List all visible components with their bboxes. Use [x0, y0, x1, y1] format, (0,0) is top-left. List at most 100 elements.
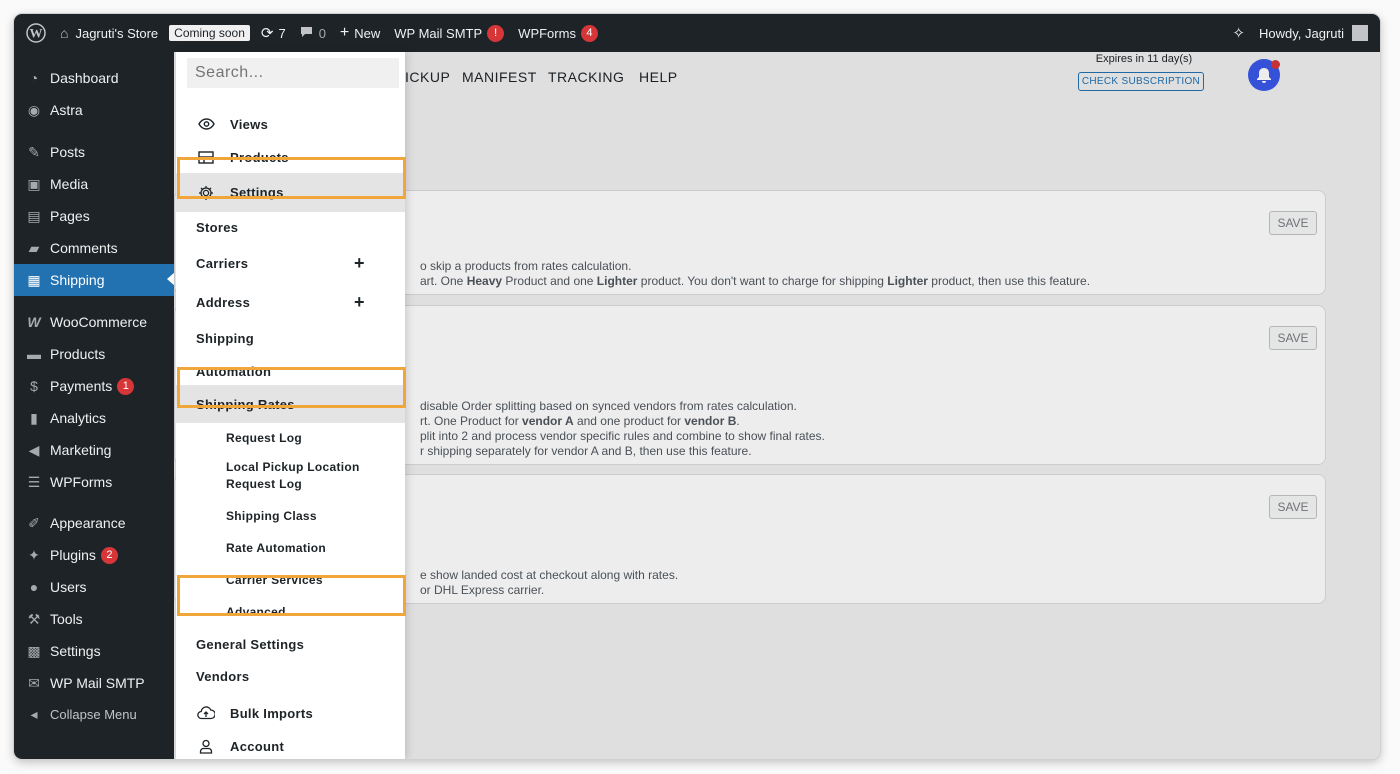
- menu-item-label: Carriers: [196, 255, 249, 271]
- collapse-menu-button[interactable]: ◂ Collapse Menu: [14, 699, 174, 729]
- updates-count: 7: [278, 25, 286, 41]
- bar-chart-icon: ▮: [30, 409, 38, 426]
- sidebar-item-label: Users: [50, 579, 87, 595]
- sidebar-item-marketing[interactable]: ◀ Marketing: [14, 435, 174, 465]
- menu-item-label: Rate Automation: [226, 541, 327, 555]
- sidebar-item-payments[interactable]: $ Payments 1: [14, 371, 174, 401]
- sparkle-icon[interactable]: ✧: [1225, 14, 1252, 52]
- wp-mail-smtp-label: WP Mail SMTP: [394, 25, 483, 41]
- account-menu[interactable]: Howdy, Jagruti: [1252, 14, 1380, 52]
- sidebar-item-shipping[interactable]: ▦ Shipping: [14, 264, 175, 296]
- menu-item-label: Address: [196, 294, 251, 310]
- sidebar-item-label: Shipping: [50, 272, 105, 288]
- sidebar-item-label: WPForms: [50, 474, 113, 490]
- wrench-icon: ⚒: [27, 610, 41, 627]
- sidebar-item-tools[interactable]: ⚒ Tools: [14, 604, 174, 634]
- admin-sidebar: ◔ Dashboard ◉ Astra ✎ Posts ▣ Media ▤ Pages ▰…: [14, 52, 175, 759]
- sidebar-item-comments[interactable]: ▰ Comments: [14, 233, 174, 263]
- sidebar-item-wp-mail-smtp[interactable]: ✉ WP Mail SMTP: [14, 668, 174, 698]
- home-icon: ⌂: [60, 25, 69, 41]
- menu-item-general-settings[interactable]: General Settings: [176, 632, 405, 656]
- alert-badge: !: [487, 24, 505, 42]
- sidebar-item-label: Analytics: [50, 410, 107, 426]
- menu-item-bulk-imports[interactable]: Bulk Imports: [176, 700, 405, 726]
- sidebar-item-label: Plugins: [50, 547, 96, 563]
- wpforms-link[interactable]: WPForms 4: [511, 14, 605, 52]
- comment-icon: [300, 26, 313, 41]
- menu-item-address[interactable]: Address +: [176, 288, 405, 316]
- menu-item-label: Shipping: [196, 331, 254, 346]
- submenu-item-request-log[interactable]: Request Log: [176, 426, 405, 450]
- menu-item-views[interactable]: Views: [176, 110, 405, 138]
- pushpin-icon: ✎: [28, 143, 40, 160]
- sidebar-item-label: WP Mail SMTP: [50, 675, 145, 691]
- sidebar-item-astra[interactable]: ◉ Astra: [14, 95, 174, 125]
- sidebar-item-label: Pages: [50, 208, 90, 224]
- menu-item-stores[interactable]: Stores: [176, 215, 405, 240]
- menu-item-vendors[interactable]: Vendors: [176, 664, 405, 688]
- sidebar-item-label: Posts: [50, 144, 86, 160]
- sidebar-item-label: Collapse Menu: [50, 706, 137, 722]
- menu-item-label: Account: [230, 738, 285, 754]
- menu-item-shipping[interactable]: Shipping: [176, 326, 405, 351]
- sidebar-item-appearance[interactable]: ✐ Appearance: [14, 508, 174, 538]
- sidebar-item-analytics[interactable]: ▮ Analytics: [14, 403, 174, 433]
- updates-link[interactable]: ⟳ 7: [254, 14, 293, 52]
- submenu-item-shipping-class[interactable]: Shipping Class: [176, 504, 405, 528]
- sidebar-item-settings[interactable]: ▩ Settings: [14, 636, 174, 666]
- sidebar-item-media[interactable]: ▣ Media: [14, 169, 174, 199]
- mail-icon: ✉: [28, 674, 40, 691]
- sidebar-item-label: WooCommerce: [50, 314, 147, 330]
- menu-item-label: Local Pickup Location: [226, 460, 360, 474]
- wp-mail-smtp-link[interactable]: WP Mail SMTP !: [387, 14, 511, 52]
- sidebar-item-products[interactable]: ▬ Products: [14, 339, 174, 369]
- comments-link[interactable]: 0: [293, 14, 333, 52]
- site-name: Jagruti's Store: [75, 25, 159, 41]
- sidebar-item-label: Payments: [50, 378, 113, 394]
- menu-item-label: Request Log: [226, 477, 302, 491]
- sidebar-item-woocommerce[interactable]: W WooCommerce: [14, 307, 174, 337]
- app-window: W ⌂ Jagruti's Store Coming soon ⟳ 7 0 + …: [14, 14, 1380, 759]
- settings-highlight-box: [177, 157, 406, 199]
- astra-icon: ◉: [27, 101, 41, 118]
- new-label: New: [354, 25, 381, 41]
- shipping-rates-highlight-box: [177, 367, 406, 408]
- menu-item-account[interactable]: Account: [176, 733, 405, 759]
- new-content-link[interactable]: + New: [333, 14, 387, 52]
- comments-count: 0: [318, 25, 326, 41]
- media-icon: ▣: [27, 175, 41, 192]
- plus-icon[interactable]: +: [354, 292, 365, 313]
- howdy-label: Howdy, Jagruti: [1258, 25, 1344, 41]
- sidebar-item-posts[interactable]: ✎ Posts: [14, 137, 174, 167]
- menu-item-label: Vendors: [196, 668, 250, 684]
- coming-soon-badge-wrap[interactable]: Coming soon: [165, 14, 254, 52]
- pages-icon: ▤: [27, 207, 41, 224]
- sidebar-item-label: Comments: [50, 240, 118, 256]
- svg-text:W: W: [30, 26, 43, 41]
- sidebar-item-users[interactable]: ● Users: [14, 572, 174, 602]
- plus-icon: +: [339, 24, 350, 41]
- wordpress-logo-icon[interactable]: W: [14, 14, 53, 52]
- site-name-link[interactable]: ⌂ Jagruti's Store: [53, 14, 165, 52]
- menu-item-label: Bulk Imports: [230, 705, 314, 721]
- sidebar-item-label: Tools: [50, 611, 83, 627]
- dollar-icon: $: [30, 378, 38, 394]
- menu-item-carriers[interactable]: Carriers +: [176, 249, 405, 277]
- sidebar-item-label: Dashboard: [50, 70, 119, 86]
- submenu-item-rate-automation[interactable]: Rate Automation: [176, 536, 405, 560]
- plug-icon: ✦: [28, 546, 40, 563]
- plus-icon[interactable]: +: [354, 253, 365, 274]
- sidebar-item-dashboard[interactable]: ◔ Dashboard: [14, 63, 174, 93]
- avatar: [1352, 25, 1368, 41]
- search-input[interactable]: [187, 58, 399, 88]
- settings-icon: ▩: [27, 642, 41, 659]
- archive-icon: ▬: [27, 346, 41, 362]
- sidebar-item-label: Astra: [50, 102, 83, 118]
- sidebar-item-wpforms[interactable]: ☰ WPForms: [14, 467, 174, 497]
- submenu-item-local-pickup-request-log[interactable]: Local Pickup Location Request Log: [176, 458, 405, 494]
- sidebar-item-pages[interactable]: ▤ Pages: [14, 201, 174, 231]
- menu-item-label: Request Log: [226, 431, 302, 445]
- sidebar-item-plugins[interactable]: ✦ Plugins 2: [14, 540, 174, 570]
- payments-badge: 1: [117, 377, 135, 395]
- plugins-badge: 2: [100, 546, 118, 564]
